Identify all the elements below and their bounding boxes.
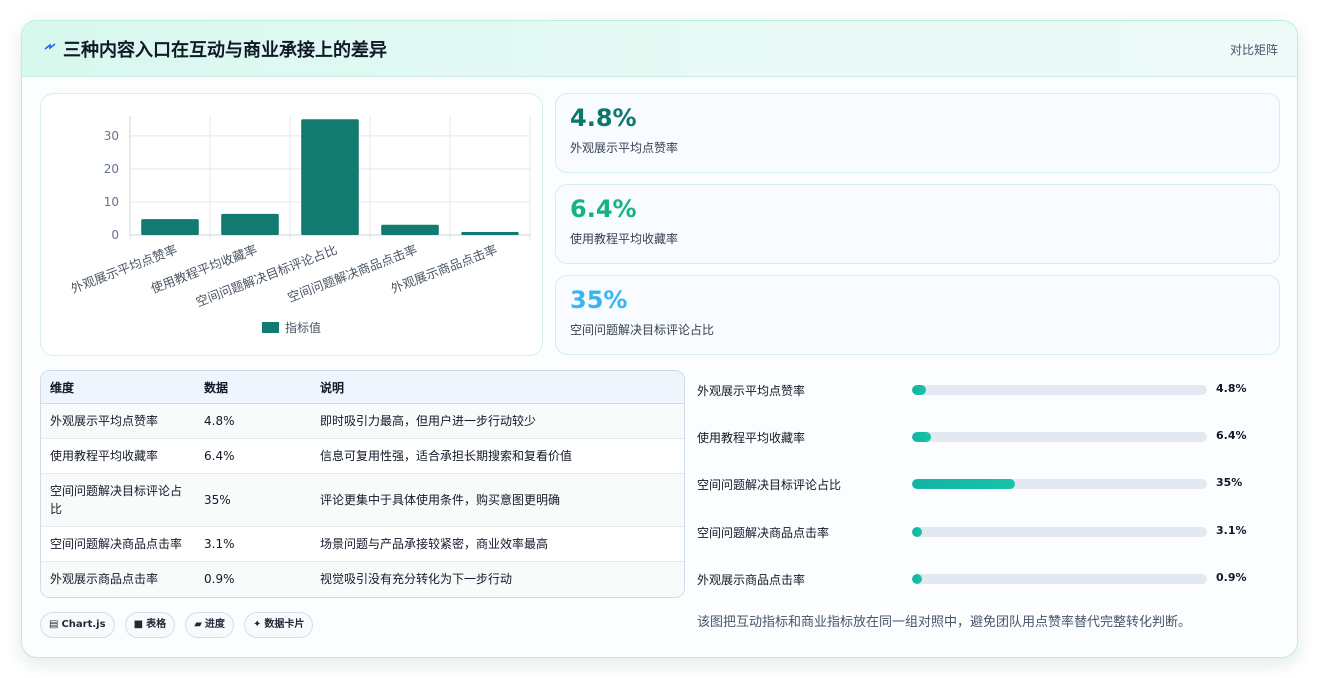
chip-chartjs[interactable]: ▤ Chart.js <box>40 612 115 638</box>
table-cell: 信息可复用性强，适合承担长期搜索和复看价值 <box>311 438 684 474</box>
progress-track <box>912 527 1207 537</box>
progress-track <box>912 479 1207 489</box>
progress-label: 空间问题解决商品点击率 <box>697 526 830 540</box>
table-header-cell: 数据 <box>195 371 311 404</box>
table-cell: 空间问题解决商品点击率 <box>41 526 195 562</box>
data-table: 维度 数据 说明 外观展示平均点赞率 4.8% 即时吸引力最高，但用户进一步行动… <box>40 370 685 598</box>
table-icon: ■ <box>133 619 144 630</box>
table-cell: 视觉吸引没有充分转化为下一步行动 <box>320 572 513 587</box>
kpi-label: 空间问题解决目标评论占比 <box>570 323 715 337</box>
table-cell: 6.4% <box>195 438 311 474</box>
progress-label: 使用教程平均收藏率 <box>697 431 806 445</box>
card-header: 三种内容入口在互动与商业承接上的差异 对比矩阵 <box>22 21 1297 77</box>
progress-value: 3.1% <box>1216 524 1247 537</box>
tech-chips: ▤ Chart.js ■ 表格 ▰ 进度 ✦ 数据卡片 <box>40 612 318 638</box>
table-row: 使用教程平均收藏率 6.4% 信息可复用性强，适合承担长期搜索和复看价值 <box>41 438 684 474</box>
table-row: 空间问题解决商品点击率 3.1% 场景问题与产品承接较紧密，商业效率最高 <box>41 526 684 562</box>
y-tick-label: 20 <box>104 162 119 176</box>
progress-row: 空间问题解决目标评论占比 35% <box>697 474 1257 494</box>
y-tick-label: 0 <box>111 228 119 242</box>
progress-row: 外观展示平均点赞率 4.8% <box>697 380 1257 400</box>
progress-value: 4.8% <box>1216 382 1247 395</box>
progress-track <box>912 574 1207 584</box>
kpi-card-favorite-rate: 6.4% 使用教程平均收藏率 <box>555 184 1280 264</box>
chip-label: 数据卡片 <box>264 619 305 630</box>
progress-row: 空间问题解决商品点击率 3.1% <box>697 522 1257 542</box>
kpi-label: 外观展示平均点赞率 <box>570 141 679 155</box>
x-tick-label: 空间问题解决商品点击率 <box>285 242 419 305</box>
table-header-cell: 维度 <box>41 371 195 404</box>
table-cell: 即时吸引力最高，但用户进一步行动较少 <box>311 403 684 439</box>
progress-icon: ▰ <box>194 619 202 630</box>
chip-label: Chart.js <box>61 619 106 630</box>
bar-chart-panel: 0 10 20 30 外观展示平均点赞率 使用教程平均收藏率 空间问题解决目标评论占比 空间问… <box>40 93 543 356</box>
progress-fill <box>912 574 922 584</box>
progress-value: 35% <box>1216 476 1243 489</box>
progress-value: 6.4% <box>1216 429 1247 442</box>
bar <box>141 219 199 235</box>
kpi-value: 6.4% <box>570 195 637 223</box>
progress-row: 使用教程平均收藏率 6.4% <box>697 427 1257 447</box>
table-cell: 场景问题与产品承接较紧密，商业效率最高 <box>311 526 684 562</box>
y-tick-label: 30 <box>104 129 119 143</box>
legend-label: 指标值 <box>285 320 321 335</box>
table-cell: 使用教程平均收藏率 <box>41 438 195 474</box>
progress-fill <box>912 385 927 395</box>
table-row: 空间问题解决目标评论占比 35% 评论更集中于具体使用条件，购买意图更明确 <box>41 473 684 527</box>
progress-row: 外观展示商品点击率 0.9% <box>697 569 1257 589</box>
bar <box>221 213 279 235</box>
progress-label: 外观展示平均点赞率 <box>697 384 806 398</box>
table-cell: 0.9% <box>204 572 235 587</box>
progress-fill <box>912 479 1016 489</box>
chart-icon: ▤ <box>49 619 59 630</box>
kpi-value: 35% <box>570 286 628 314</box>
main-card: 三种内容入口在互动与商业承接上的差异 对比矩阵 0 10 20 30 外观展示平均点赞率… <box>21 20 1298 658</box>
progress-track <box>912 385 1207 395</box>
table-header-row: 维度 数据 说明 <box>41 371 684 404</box>
table-cell: 3.1% <box>195 526 311 562</box>
table-cell: 评论更集中于具体使用条件，购买意图更明确 <box>311 473 684 527</box>
progress-track <box>912 432 1207 442</box>
table-row: 外观展示商品点击率 0.9% 视觉吸引没有充分转化为下一步行动 <box>41 561 684 597</box>
chip-progress[interactable]: ▰ 进度 <box>185 612 234 638</box>
progress-fill <box>912 527 922 537</box>
page-title: 三种内容入口在互动与商业承接上的差异 <box>63 40 387 61</box>
progress-label: 空间问题解决目标评论占比 <box>697 478 842 492</box>
legend-swatch <box>262 322 279 333</box>
table-row: 外观展示平均点赞率 4.8% 即时吸引力最高，但用户进一步行动较少 <box>41 403 684 439</box>
bar <box>381 224 439 235</box>
table-cell: 外观展示商品点击率 <box>50 572 159 587</box>
table-cell: 35% <box>195 473 311 527</box>
lightning-icon <box>44 43 56 50</box>
footnote: 该图把互动指标和商业指标放在同一组对照中，避免团队用点赞率替代完整转化判断。 <box>697 615 1192 630</box>
table-cell: 空间问题解决目标评论占比 <box>41 473 195 527</box>
kpi-value: 4.8% <box>570 104 637 132</box>
progress-value: 0.9% <box>1216 571 1247 584</box>
bar-chart: 0102030外观展示平均点赞率使用教程平均收藏率空间问题解决目标评论占比空间问… <box>69 116 531 335</box>
table-header-cell: 说明 <box>311 371 684 404</box>
y-tick-label: 10 <box>104 195 119 209</box>
kpi-card-like-rate: 4.8% 外观展示平均点赞率 <box>555 93 1280 173</box>
chip-label: 进度 <box>204 619 225 630</box>
x-tick-label: 空间问题解决目标评论占比 <box>194 242 339 310</box>
view-tag[interactable]: 对比矩阵 <box>1230 41 1278 58</box>
table-cell: 4.8% <box>195 403 311 439</box>
chip-data-card[interactable]: ✦ 数据卡片 <box>244 612 314 638</box>
bar <box>461 232 519 235</box>
progress-label: 外观展示商品点击率 <box>697 573 806 587</box>
table-cell: 外观展示平均点赞率 <box>41 403 195 439</box>
bar <box>301 119 359 235</box>
kpi-label: 使用教程平均收藏率 <box>570 232 679 246</box>
kpi-card-comment-share: 35% 空间问题解决目标评论占比 <box>555 275 1280 355</box>
progress-fill <box>912 432 931 442</box>
sparkle-icon: ✦ <box>253 619 262 630</box>
chip-label: 表格 <box>146 619 167 630</box>
chip-table[interactable]: ■ 表格 <box>124 612 176 638</box>
